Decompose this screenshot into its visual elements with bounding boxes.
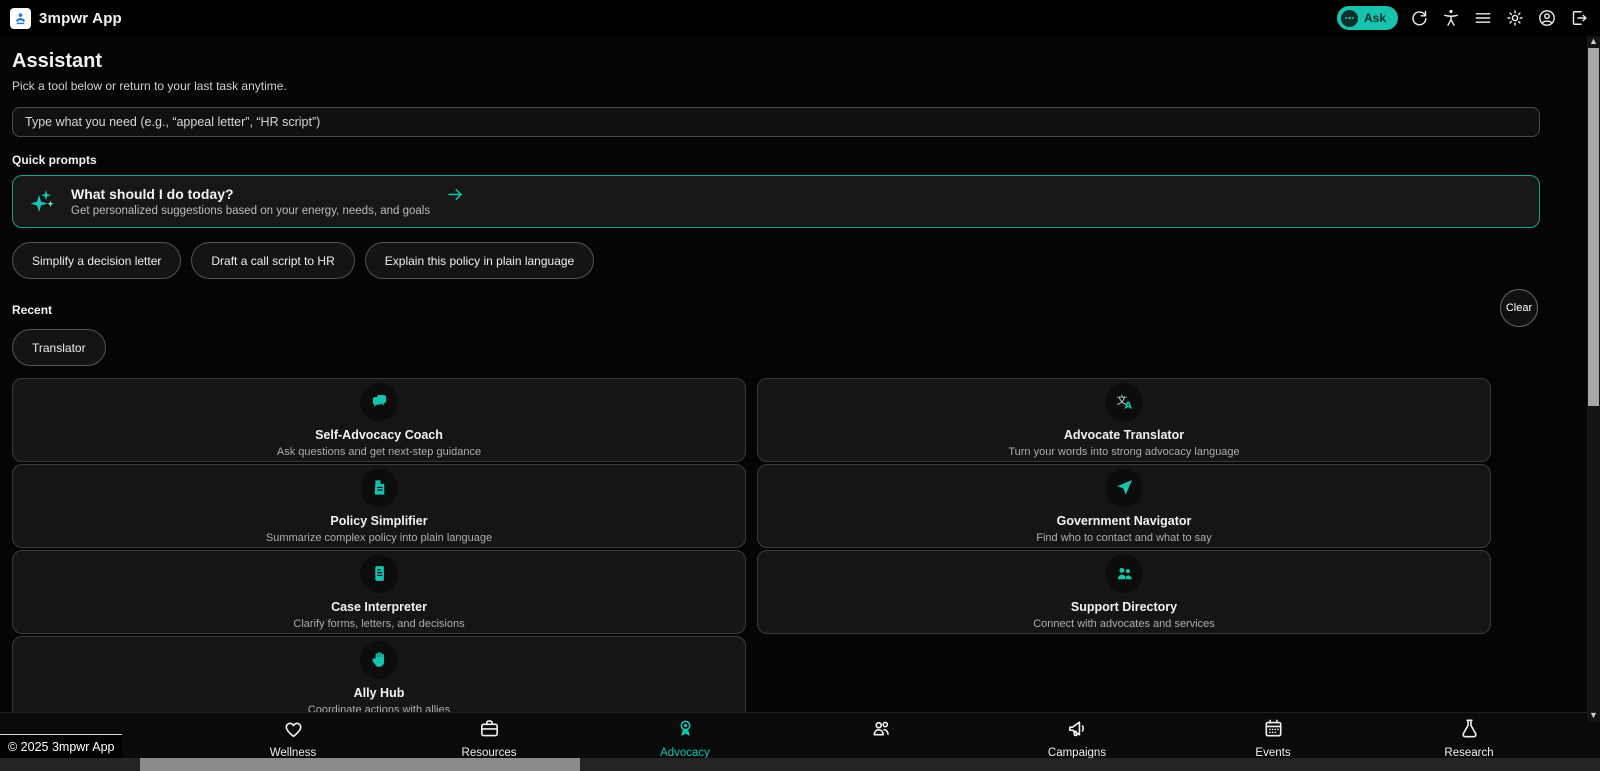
tool-description: Clarify forms, letters, and decisions: [293, 617, 465, 630]
flask-icon: [1458, 717, 1481, 745]
tool-card[interactable]: Policy Simplifier Summarize complex poli…: [12, 464, 746, 548]
award-icon: [674, 717, 697, 745]
horizontal-scrollbar-thumb[interactable]: [140, 758, 580, 771]
nav-item-community[interactable]: [783, 713, 979, 758]
tool-title: Case Interpreter: [331, 599, 427, 614]
people-filled-icon: [1105, 554, 1143, 593]
tool-description: Ask questions and get next-step guidance: [276, 445, 482, 458]
refresh-icon[interactable]: [1408, 7, 1430, 29]
tool-title: Ally Hub: [353, 685, 405, 700]
horizontal-scrollbar[interactable]: [0, 758, 1600, 771]
calendar-icon: [1262, 717, 1285, 745]
tool-card[interactable]: Self-Advocacy Coach Ask questions and ge…: [12, 378, 746, 462]
ask-button[interactable]: Ask: [1336, 6, 1398, 30]
page-subtitle: Pick a tool below or return to your last…: [12, 79, 287, 93]
megaphone-icon: [1066, 717, 1089, 745]
vertical-scrollbar-thumb[interactable]: [1588, 48, 1599, 406]
header-actions: Ask: [1336, 6, 1590, 30]
quick-prompt-pills: Simplify a decision letter Draft a call s…: [12, 242, 1540, 279]
logout-icon[interactable]: [1568, 7, 1590, 29]
community-people-icon: [870, 717, 893, 745]
quick-prompt-pill[interactable]: Draft a call script to HR: [191, 242, 355, 279]
tool-card[interactable]: Case Interpreter Clarify forms, letters,…: [12, 550, 746, 634]
tool-card[interactable]: Ally Hub Coordinate actions with allies: [12, 636, 746, 720]
chat-bubbles-icon: [360, 382, 398, 421]
main-content: Assistant Pick a tool below or return to…: [0, 36, 1600, 720]
recent-label: Recent: [12, 303, 53, 317]
tool-description: Find who to contact and what to say: [1036, 531, 1212, 544]
tool-card[interactable]: Support Directory Connect with advocates…: [757, 550, 1491, 634]
app-title: 3mpwr App: [39, 9, 122, 27]
tool-card[interactable]: Government Navigator Find who to contact…: [757, 464, 1491, 548]
bottom-nav: Wellness Resources Advocacy Campaigns Ev…: [0, 712, 1600, 759]
copyright: © 2025 3mpwr App: [0, 734, 122, 758]
nav-item-advocacy[interactable]: Advocacy: [587, 713, 783, 759]
briefcase-icon: [478, 717, 501, 745]
tool-description: Turn your words into strong advocacy lan…: [1008, 445, 1240, 458]
arrow-right-icon: [448, 188, 462, 201]
scroll-down-icon[interactable]: ▼: [1587, 710, 1600, 720]
vertical-scrollbar[interactable]: ▲ ▼: [1587, 36, 1600, 722]
app-header: 3mpwr App Ask: [0, 0, 1600, 36]
tool-title: Support Directory: [1070, 599, 1178, 614]
notes-icon: [360, 554, 398, 593]
featured-subtitle: Get personalized suggestions based on yo…: [71, 205, 431, 217]
tool-title: Policy Simplifier: [330, 513, 428, 528]
svg-text:A: A: [1124, 401, 1132, 412]
accessibility-icon[interactable]: [1440, 7, 1462, 29]
quick-prompt-pill[interactable]: Simplify a decision letter: [12, 242, 182, 279]
sparkles-icon: [30, 189, 54, 212]
quick-prompts-label: Quick prompts: [12, 153, 97, 167]
tool-description: Connect with advocates and services: [1033, 617, 1215, 630]
nav-item-resources[interactable]: Resources: [391, 713, 587, 759]
document-icon: [360, 468, 398, 507]
account-icon[interactable]: [1536, 7, 1558, 29]
tools-grid: Self-Advocacy Coach Ask questions and ge…: [12, 378, 1540, 720]
quick-prompt-pill[interactable]: Explain this policy in plain language: [364, 242, 595, 279]
app-logo-icon: [10, 7, 31, 29]
recent-items: Translator: [12, 329, 1540, 366]
featured-title: What should I do today?: [71, 186, 234, 202]
tool-title: Self-Advocacy Coach: [315, 427, 443, 442]
featured-prompt-card[interactable]: What should I do today? Get personalized…: [12, 175, 1540, 228]
translate-icon: 文A: [1105, 382, 1143, 421]
page-title: Assistant: [12, 50, 103, 72]
settings-icon[interactable]: [1504, 7, 1526, 29]
assistant-search-input[interactable]: [12, 107, 1540, 137]
brand: 3mpwr App: [10, 7, 122, 29]
menu-icon[interactable]: [1472, 7, 1494, 29]
chat-bubble-icon: [1340, 9, 1358, 27]
nav-item-events[interactable]: Events: [1175, 713, 1371, 759]
tool-title: Advocate Translator: [1063, 427, 1185, 442]
tool-card[interactable]: 文A Advocate Translator Turn your words i…: [757, 378, 1491, 462]
tool-title: Government Navigator: [1056, 513, 1192, 528]
nav-item-research[interactable]: Research: [1371, 713, 1567, 759]
tool-description: Summarize complex policy into plain lang…: [265, 531, 493, 544]
nav-item-campaigns[interactable]: Campaigns: [979, 713, 1175, 759]
scroll-up-icon[interactable]: ▲: [1587, 36, 1600, 46]
recent-item-pill[interactable]: Translator: [12, 329, 106, 366]
navigation-icon: [1105, 468, 1143, 507]
clear-recent-button[interactable]: Clear: [1500, 289, 1538, 327]
heart-icon: [282, 717, 305, 745]
nav-item-wellness[interactable]: Wellness: [195, 713, 391, 759]
hand-icon: [360, 640, 398, 679]
